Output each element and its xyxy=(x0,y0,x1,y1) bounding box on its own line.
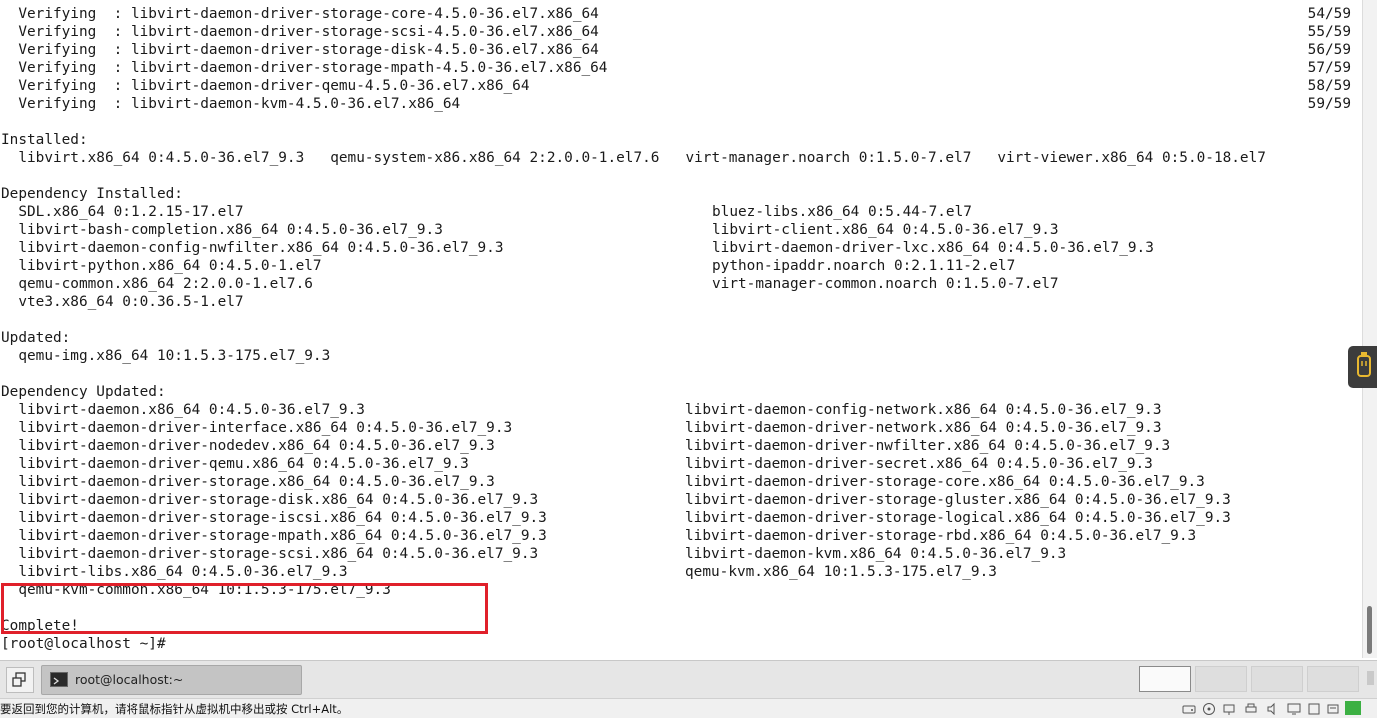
package-entry: libvirt-client.x86_64 0:4.5.0-36.el7_9.3 xyxy=(712,222,1059,238)
verifying-line: Verifying : libvirt-daemon-kvm-4.5.0-36.… xyxy=(1,96,461,112)
package-entry: libvirt-daemon-driver-storage-core.x86_6… xyxy=(685,474,1205,490)
package-entry: libvirt-daemon-driver-storage-iscsi.x86_… xyxy=(1,510,547,526)
section-header-updated: Updated: xyxy=(1,330,71,346)
package-entry: libvirt-daemon.x86_64 0:4.5.0-36.el7_9.3 xyxy=(1,402,365,418)
vm-status-green-icon[interactable] xyxy=(1344,700,1364,716)
vm-status-bar: 要返回到您的计算机，请将鼠标指针从虚拟机中移出或按 Ctrl+Alt。 xyxy=(0,698,1377,718)
package-entry: libvirt-daemon-driver-secret.x86_64 0:4.… xyxy=(685,456,1153,472)
package-entry: SDL.x86_64 0:1.2.15-17.el7 xyxy=(1,204,244,220)
verifying-line: Verifying : libvirt-daemon-driver-storag… xyxy=(1,24,599,40)
section-header-installed: Installed: xyxy=(1,132,88,148)
workspace-2[interactable] xyxy=(1195,666,1247,692)
package-entry: libvirt-daemon-driver-storage.x86_64 0:4… xyxy=(1,474,495,490)
package-entry: libvirt-daemon-config-nwfilter.x86_64 0:… xyxy=(1,240,504,256)
package-entry: libvirt-daemon-config-network.x86_64 0:4… xyxy=(685,402,1162,418)
verifying-progress: 55/59 xyxy=(1307,24,1351,40)
taskbar-item-label: root@localhost:~ xyxy=(75,672,184,687)
package-entry: libvirt-daemon-driver-storage-gluster.x8… xyxy=(685,492,1231,508)
status-message: 要返回到您的计算机，请将鼠标指针从虚拟机中移出或按 Ctrl+Alt。 xyxy=(0,702,349,716)
usb-icon xyxy=(1357,352,1371,377)
package-entry: libvirt-daemon-driver-storage-rbd.x86_64… xyxy=(685,528,1197,544)
verifying-line: Verifying : libvirt-daemon-driver-qemu-4… xyxy=(1,78,530,94)
package-entry: libvirt-daemon-driver-qemu.x86_64 0:4.5.… xyxy=(1,456,469,472)
verifying-progress: 58/59 xyxy=(1307,78,1351,94)
usb-controller-icon[interactable] xyxy=(1307,702,1321,715)
highlight-annotation-box xyxy=(1,583,488,634)
verifying-line: Verifying : libvirt-daemon-driver-storag… xyxy=(1,60,608,76)
package-entry: libvirt-python.x86_64 0:4.5.0-1.el7 xyxy=(1,258,322,274)
taskbar-item-terminal[interactable]: root@localhost:~ xyxy=(41,665,302,695)
section-header-dependency-installed: Dependency Installed: xyxy=(1,186,183,202)
package-entry: virt-manager-common.noarch 0:1.5.0-7.el7 xyxy=(712,276,1059,292)
sound-card-icon[interactable] xyxy=(1266,702,1280,715)
verifying-line: Verifying : libvirt-daemon-driver-storag… xyxy=(1,6,599,22)
show-desktop-icon xyxy=(12,672,26,687)
verifying-progress: 57/59 xyxy=(1307,60,1351,76)
workspace-4[interactable] xyxy=(1307,666,1359,692)
hard-disk-icon[interactable] xyxy=(1182,702,1196,715)
package-entry: libvirt-daemon-driver-nwfilter.x86_64 0:… xyxy=(685,438,1171,454)
verifying-progress: 54/59 xyxy=(1307,6,1351,22)
package-entry: libvirt-daemon-driver-storage-logical.x8… xyxy=(685,510,1231,526)
package-entry: libvirt-daemon-driver-storage-scsi.x86_6… xyxy=(1,546,539,562)
printer-icon[interactable] xyxy=(1244,702,1258,715)
package-entry: libvirt-daemon-driver-lxc.x86_64 0:4.5.0… xyxy=(712,240,1154,256)
section-header-dependency-updated: Dependency Updated: xyxy=(1,384,166,400)
package-entry: libvirt-bash-completion.x86_64 0:4.5.0-3… xyxy=(1,222,443,238)
terminal-output[interactable]: Verifying : libvirt-daemon-driver-storag… xyxy=(0,0,1362,658)
terminal-scrollbar[interactable] xyxy=(1362,0,1377,658)
workspace-3[interactable] xyxy=(1251,666,1303,692)
package-entry: qemu-img.x86_64 10:1.5.3-175.el7_9.3 xyxy=(1,348,331,364)
package-entry: libvirt-daemon-driver-nodedev.x86_64 0:4… xyxy=(1,438,495,454)
taskbar-edge-handle xyxy=(1367,671,1374,685)
package-entry: bluez-libs.x86_64 0:5.44-7.el7 xyxy=(712,204,972,220)
taskbar: root@localhost:~ xyxy=(0,660,1377,698)
workspace-1[interactable] xyxy=(1139,666,1191,692)
package-entry: python-ipaddr.noarch 0:2.1.11-2.el7 xyxy=(712,258,1016,274)
verifying-progress: 59/59 xyxy=(1307,96,1351,112)
shell-prompt: [root@localhost ~]# xyxy=(1,636,166,652)
verifying-progress: 56/59 xyxy=(1307,42,1351,58)
terminal-icon xyxy=(50,672,68,687)
package-entry: vte3.x86_64 0:0.36.5-1.el7 xyxy=(1,294,244,310)
show-desktop-button[interactable] xyxy=(6,667,34,693)
message-log-icon[interactable] xyxy=(1326,702,1340,715)
scrollbar-thumb[interactable] xyxy=(1367,606,1372,654)
usb-device-tab[interactable] xyxy=(1348,346,1377,388)
package-entry: qemu-kvm.x86_64 10:1.5.3-175.el7_9.3 xyxy=(685,564,997,580)
package-entry: libvirt-libs.x86_64 0:4.5.0-36.el7_9.3 xyxy=(1,564,348,580)
package-entry: qemu-common.x86_64 2:2.0.0-1.el7.6 xyxy=(1,276,313,292)
package-entry: libvirt-daemon-driver-interface.x86_64 0… xyxy=(1,420,513,436)
package-entry: libvirt-daemon-driver-storage-mpath.x86_… xyxy=(1,528,547,544)
display-icon[interactable] xyxy=(1287,702,1301,715)
package-entry: libvirt-daemon-kvm.x86_64 0:4.5.0-36.el7… xyxy=(685,546,1067,562)
package-entry: libvirt-daemon-driver-network.x86_64 0:4… xyxy=(685,420,1162,436)
cd-dvd-icon[interactable] xyxy=(1202,702,1216,715)
network-adapter-icon[interactable] xyxy=(1222,702,1236,715)
package-entry: libvirt-daemon-driver-storage-disk.x86_6… xyxy=(1,492,539,508)
verifying-line: Verifying : libvirt-daemon-driver-storag… xyxy=(1,42,599,58)
installed-packages-line: libvirt.x86_64 0:4.5.0-36.el7_9.3 qemu-s… xyxy=(1,150,1266,166)
